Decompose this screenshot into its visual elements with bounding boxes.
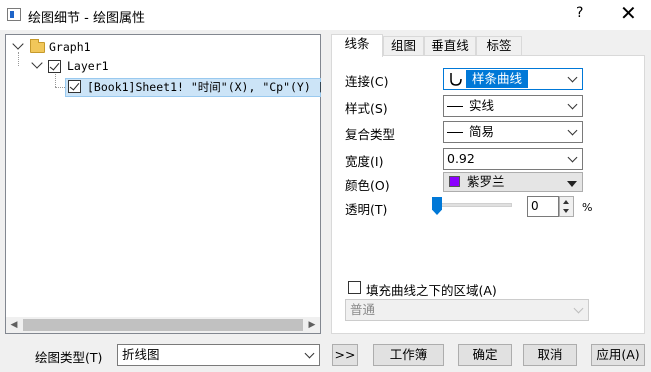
plot-type-value: 折线图 xyxy=(122,347,160,362)
plot-type-label: 绘图类型(T) xyxy=(35,350,103,365)
layer-checkbox[interactable] xyxy=(48,60,61,73)
transparency-input[interactable]: 0 xyxy=(527,196,559,217)
plot-type-select[interactable]: 折线图 xyxy=(117,344,320,366)
composite-label: 复合类型 xyxy=(345,127,396,142)
folder-icon xyxy=(30,39,45,53)
spin-down-icon[interactable] xyxy=(563,209,569,213)
tree-connector xyxy=(18,52,19,66)
fill-mode-value: 普通 xyxy=(350,302,376,317)
tab-drop-lines[interactable]: 垂直线 xyxy=(424,36,476,56)
connect-label: 连接(C) xyxy=(345,74,389,89)
scroll-left-icon[interactable]: ◀ xyxy=(6,317,22,333)
color-label: 颜色(O) xyxy=(345,178,390,193)
chevron-down-icon xyxy=(573,303,584,314)
style-label: 样式(S) xyxy=(345,101,388,116)
expand-button[interactable]: >> xyxy=(332,344,358,366)
line-style-icon xyxy=(447,106,463,107)
tree-connector xyxy=(55,74,56,87)
width-select[interactable]: 0.92 xyxy=(443,148,583,170)
tree-hscrollbar[interactable]: ◀ ▶ xyxy=(6,317,320,333)
spline-curve-icon xyxy=(450,73,462,86)
chevron-down-icon xyxy=(304,348,315,359)
chevron-down-icon[interactable] xyxy=(31,57,43,69)
connect-select[interactable]: 样条曲线 xyxy=(443,68,583,90)
spin-up-icon[interactable] xyxy=(563,200,569,204)
fill-area-label: 填充曲线之下的区域(A) xyxy=(366,283,497,298)
fill-mode-select[interactable]: 普通 xyxy=(345,299,589,321)
tab-group[interactable]: 组图 xyxy=(383,36,424,56)
close-button[interactable]: ✕ xyxy=(620,1,637,25)
cancel-button[interactable]: 取消 xyxy=(523,344,577,366)
chevron-down-icon xyxy=(567,152,578,163)
transparency-label: 透明(T) xyxy=(345,202,388,217)
color-value: 紫罗兰 xyxy=(467,174,505,189)
tree-connector xyxy=(55,87,65,88)
tab-label[interactable]: 标签 xyxy=(476,36,522,56)
ok-button[interactable]: 确定 xyxy=(458,344,512,366)
percent-unit: % xyxy=(582,201,593,214)
style-select[interactable]: 实线 xyxy=(443,95,583,117)
style-value: 实线 xyxy=(469,98,495,113)
color-select[interactable]: 紫罗兰 xyxy=(443,172,583,192)
apply-button[interactable]: 应用(A) xyxy=(591,344,645,366)
transparency-spinner[interactable] xyxy=(559,196,574,217)
width-value: 0.92 xyxy=(447,151,475,166)
tree-item-plot[interactable]: [Book1]Sheet1! "时间"(X), "Cp"(Y) [1*:5 xyxy=(87,78,321,96)
tree-item-graph[interactable]: Graph1 xyxy=(49,38,91,56)
workbook-button[interactable]: 工作簿 xyxy=(373,344,444,366)
help-button[interactable]: ? xyxy=(576,5,583,21)
composite-select[interactable]: 简易 xyxy=(443,121,583,143)
chevron-down-icon xyxy=(567,125,578,136)
app-icon xyxy=(7,8,21,21)
chevron-down-icon xyxy=(567,72,578,83)
chevron-down-icon xyxy=(567,99,578,110)
chevron-down-icon[interactable] xyxy=(12,38,24,50)
color-swatch xyxy=(449,176,460,187)
connect-value: 样条曲线 xyxy=(466,70,529,88)
window-title: 绘图细节 - 绘图属性 xyxy=(28,11,145,26)
scroll-thumb[interactable] xyxy=(23,319,303,331)
fill-area-checkbox[interactable] xyxy=(348,281,361,294)
transparency-slider[interactable] xyxy=(434,203,512,207)
plot-tree: Graph1 Layer1 [Book1]Sheet1! "时间"(X), "C… xyxy=(5,34,321,334)
plot-checkbox[interactable] xyxy=(68,80,81,93)
composite-value: 简易 xyxy=(469,124,495,139)
width-label: 宽度(I) xyxy=(345,154,384,169)
tab-line[interactable]: 线条 xyxy=(331,34,383,57)
line-style-icon xyxy=(447,132,463,133)
scroll-right-icon[interactable]: ▶ xyxy=(304,317,320,333)
tree-item-layer[interactable]: Layer1 xyxy=(67,57,109,75)
caret-down-icon xyxy=(567,181,577,187)
